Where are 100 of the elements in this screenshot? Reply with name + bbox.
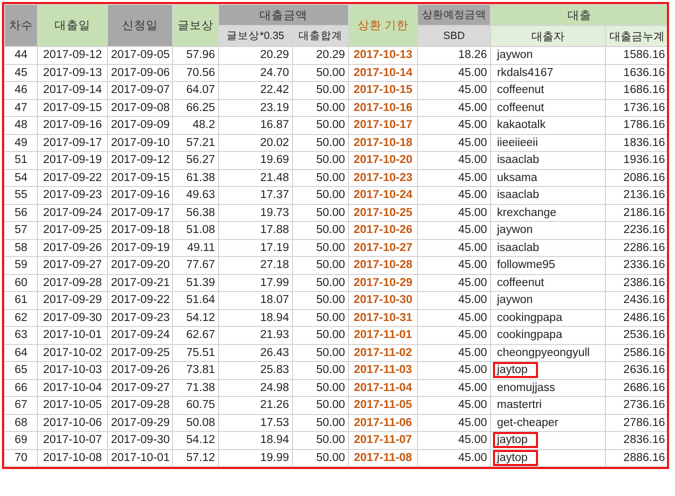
table-cell: 2017-09-12	[38, 46, 108, 64]
table-cell: 2017-09-14	[38, 82, 108, 99]
table-cell: 45.00	[418, 362, 490, 379]
table-cell: 50.00	[292, 239, 348, 256]
table-cell: 2017-09-05	[108, 46, 172, 64]
table-cell: 51.39	[172, 274, 218, 292]
column-header: 상환 기한	[348, 4, 418, 46]
table-cell: 2017-10-28	[348, 256, 418, 274]
column-header: 대출	[490, 4, 667, 26]
table-cell: 2017-10-13	[348, 46, 418, 64]
table-cell: 50.00	[292, 396, 348, 414]
table-cell: 18.94	[218, 309, 292, 326]
table-cell: 2017-11-06	[348, 414, 418, 432]
table-cell: 19.73	[218, 204, 292, 222]
table-cell: 51.64	[172, 292, 218, 309]
table-cell: 2017-09-08	[108, 99, 172, 116]
table-cell: 45.00	[418, 256, 490, 274]
table-cell: 50.00	[292, 152, 348, 169]
table-cell: 19.99	[218, 449, 292, 466]
table-cell: 64.07	[172, 82, 218, 99]
table-cell: 16.87	[218, 116, 292, 134]
table-cell: 66	[4, 379, 38, 396]
column-header: 글보상	[172, 4, 218, 46]
table-cell: 56.38	[172, 204, 218, 222]
table-cell: 2017-11-07	[348, 432, 418, 449]
table-cell: 2017-09-25	[38, 222, 108, 239]
table-cell: 57.21	[172, 134, 218, 152]
table-cell: 50.00	[292, 414, 348, 432]
borrower-name: jaytop	[493, 362, 538, 378]
table-cell: 2017-11-05	[348, 396, 418, 414]
table-cell: 2017-09-22	[108, 292, 172, 309]
table-cell: 55	[4, 186, 38, 204]
table-cell: 2017-10-06	[38, 414, 108, 432]
table-cell: 2017-10-04	[38, 379, 108, 396]
borrower-name: isaaclab	[496, 153, 540, 168]
table-cell: 50.00	[292, 379, 348, 396]
table-cell: 2017-11-08	[348, 449, 418, 466]
table-cell: 61.38	[172, 169, 218, 186]
table-cell: 18.94	[218, 432, 292, 449]
table-cell: 50.00	[292, 134, 348, 152]
table-cell: 62.67	[172, 326, 218, 344]
table-cell: 45.00	[418, 152, 490, 169]
table-cell: 45.00	[418, 379, 490, 396]
table-cell: 2017-09-24	[38, 204, 108, 222]
table-cell: 2017-09-16	[38, 116, 108, 134]
table-cell: 2017-09-10	[108, 134, 172, 152]
table-cell: 45.00	[418, 64, 490, 82]
table-cell: 2017-10-24	[348, 186, 418, 204]
table-cell: 2017-09-19	[38, 152, 108, 169]
table-cell: 50.00	[292, 326, 348, 344]
table-cell: 45.00	[418, 326, 490, 344]
table-cell: 2017-11-01	[348, 326, 418, 344]
column-header: 대출금누계	[606, 26, 667, 46]
table-cell: 17.88	[218, 222, 292, 239]
table-cell: 2017-10-01	[38, 326, 108, 344]
borrower-name: jaywon	[496, 48, 534, 63]
table-cell: 50.00	[292, 116, 348, 134]
borrower-name: coffeenut	[496, 83, 546, 98]
table-cell: 45.00	[418, 344, 490, 362]
table-cell: 18.26	[418, 46, 490, 64]
table-cell: 45.00	[418, 169, 490, 186]
table-cell: 69	[4, 432, 38, 449]
table-cell: 17.53	[218, 414, 292, 432]
table-cell: 54	[4, 169, 38, 186]
table-cell: 2017-10-16	[348, 99, 418, 116]
table-cell: 45	[4, 64, 38, 82]
table-cell: 45.00	[418, 204, 490, 222]
table-cell: 27.18	[218, 256, 292, 274]
table-cell: 20.29	[218, 46, 292, 64]
borrower-name: cookingpapa	[496, 310, 564, 326]
borrower-name: cookingpapa	[496, 328, 564, 343]
column-header: 대출일	[38, 4, 108, 46]
table-cell: 56	[4, 204, 38, 222]
borrower-name: iieeiieeii	[496, 136, 539, 150]
table-cell: 51.08	[172, 222, 218, 239]
table-cell: 50.00	[292, 186, 348, 204]
table-cell: 50.00	[292, 362, 348, 379]
table-cell: 2017-09-19	[108, 239, 172, 256]
table-cell: 63	[4, 326, 38, 344]
table-cell: 49.11	[172, 239, 218, 256]
borrower-name: coffeenut	[496, 100, 546, 116]
table-cell: 2017-09-07	[108, 82, 172, 99]
table-cell: 2017-09-27	[108, 379, 172, 396]
borrower-name: isaaclab	[496, 240, 540, 256]
table-cell: 68	[4, 414, 38, 432]
table-cell: 2017-09-27	[38, 256, 108, 274]
table-cell: 2017-10-20	[348, 152, 418, 169]
table-cell: 44	[4, 46, 38, 64]
borrower-name: get-cheaper	[496, 416, 560, 430]
column-header: 상환예정금액	[418, 4, 490, 26]
table-cell: 50.00	[292, 309, 348, 326]
borrower-name: rkdals4167	[496, 66, 554, 80]
table-cell: 18.07	[218, 292, 292, 309]
table-cell: 60.75	[172, 396, 218, 414]
table-cell: 66.25	[172, 99, 218, 116]
table-cell: 22.42	[218, 82, 292, 99]
table-cell: 2017-10-29	[348, 274, 418, 292]
borrower-name: krexchange	[496, 206, 558, 220]
table-cell: 64	[4, 344, 38, 362]
borrower-name: coffeenut	[496, 276, 546, 290]
